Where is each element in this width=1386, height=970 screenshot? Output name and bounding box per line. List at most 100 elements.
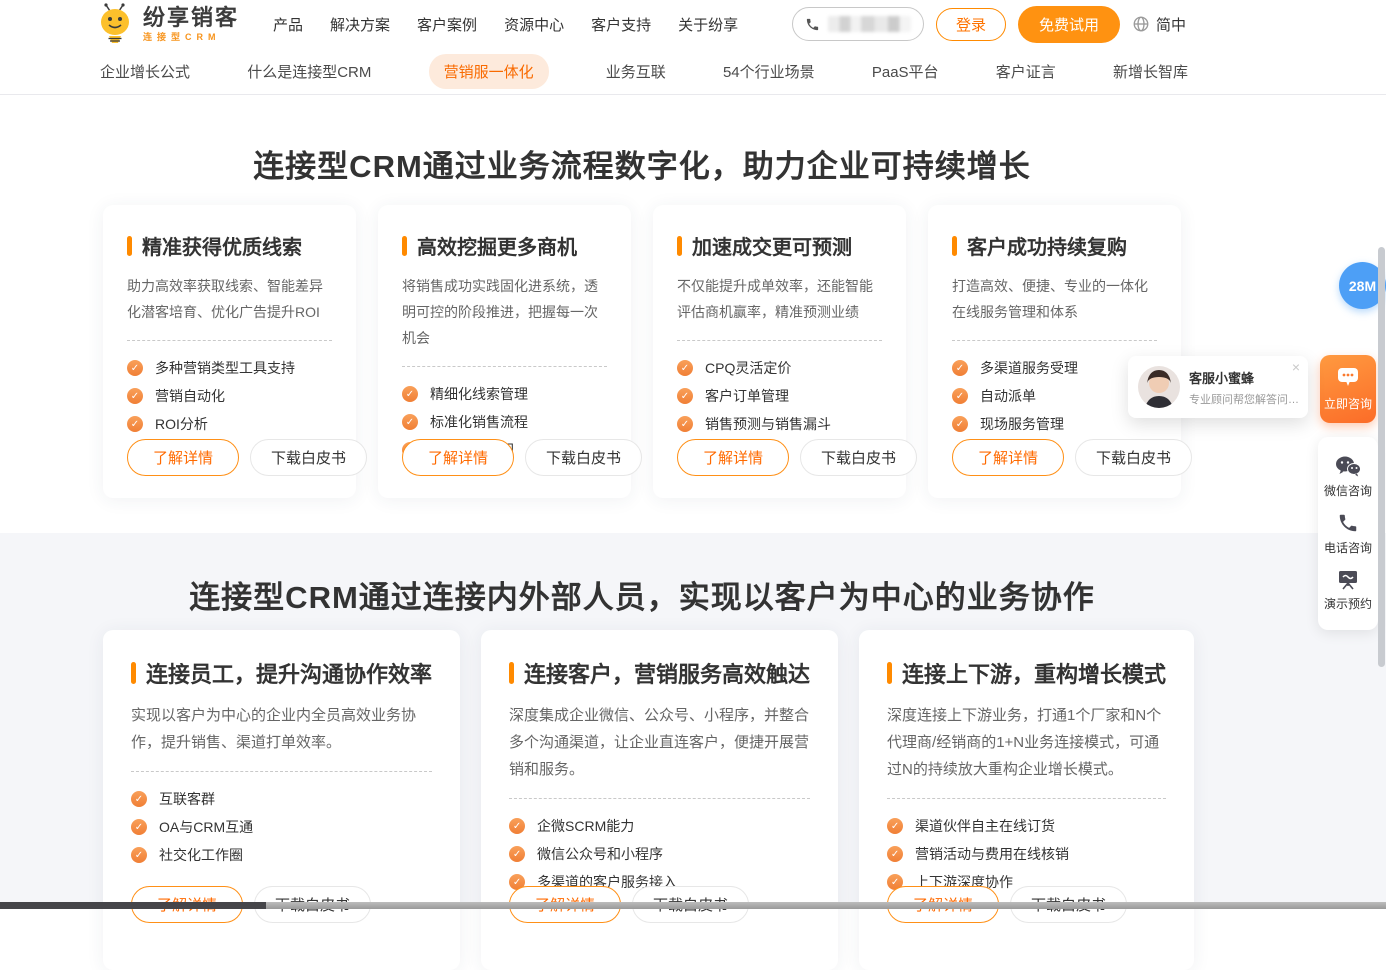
presentation-board-icon [1336, 568, 1360, 590]
bullet-label: 营销活动与费用在线核销 [915, 844, 1069, 864]
section2-heading: 连接型CRM通过连接内外部人员，实现以客户为中心的业务协作 [0, 572, 1284, 617]
bullet-label: ROI分析 [155, 414, 208, 434]
vertical-scrollbar-thumb[interactable] [1378, 247, 1385, 667]
card-description: 实现以客户为中心的企业内全员高效业务协作，提升销售、渠道打单效率。 [131, 702, 432, 756]
chat-bubble-icon [1336, 366, 1360, 388]
brand-name: 纷享销客 [143, 7, 239, 29]
demo-booking-item[interactable]: 演示预约 [1324, 568, 1372, 612]
whitepaper-button[interactable]: 下载白皮书 [525, 439, 642, 476]
main-nav: 产品 解决方案 客户案例 资源中心 客户支持 关于纷享 [273, 14, 738, 35]
wechat-consult-item[interactable]: 微信咨询 [1324, 455, 1372, 499]
check-icon: ✓ [127, 416, 143, 432]
bullet-item: ✓营销自动化 [127, 386, 332, 406]
free-trial-button[interactable]: 免费试用 [1018, 6, 1120, 43]
language-switcher[interactable]: 简中 [1132, 14, 1186, 35]
section2-cards: 连接员工，提升沟通协作效率 实现以客户为中心的企业内全员高效业务协作，提升销售、… [103, 630, 1182, 970]
check-icon: ✓ [677, 388, 693, 404]
dashed-divider [887, 798, 1166, 799]
detail-button[interactable]: 了解详情 [127, 439, 239, 476]
card-title: 连接员工，提升沟通协作效率 [146, 657, 432, 689]
check-icon: ✓ [952, 360, 968, 376]
subnav-item-marketing-sales-service[interactable]: 营销服一体化 [429, 54, 549, 89]
whitepaper-button[interactable]: 下载白皮书 [250, 439, 367, 476]
secondary-nav: 企业增长公式 什么是连接型CRM 营销服一体化 业务互联 54个行业场景 Paa… [0, 48, 1386, 95]
detail-button[interactable]: 了解详情 [952, 439, 1064, 476]
bullet-label: 多种营销类型工具支持 [155, 358, 295, 378]
bullet-item: ✓多种营销类型工具支持 [127, 358, 332, 378]
detail-button[interactable]: 了解详情 [402, 439, 514, 476]
whitepaper-button[interactable]: 下载白皮书 [800, 439, 917, 476]
side-item-label: 电话咨询 [1324, 539, 1372, 556]
whitepaper-button[interactable]: 下载白皮书 [1075, 439, 1192, 476]
agent-description: 专业顾问帮您解答问题... [1189, 391, 1301, 407]
title-accent-bar [887, 662, 892, 684]
bullet-item: ✓ 销售预测与销售漏斗 [677, 414, 882, 434]
phone-consult-item[interactable]: 电话咨询 [1324, 512, 1372, 556]
bullet-item: ✓客户订单管理 [677, 386, 882, 406]
bullet-label: 销售预测与销售漏斗 [705, 414, 831, 434]
bullet-item: ✓多渠道服务受理 [952, 358, 1157, 378]
check-icon: ✓ [677, 360, 693, 376]
bee-mascot-icon [95, 3, 135, 45]
phone-number-redacted [828, 16, 911, 32]
card-title: 连接上下游，重构增长模式 [902, 657, 1166, 689]
bullet-item: ✓微信公众号和小程序 [509, 844, 810, 864]
nav-item-products[interactable]: 产品 [273, 14, 303, 35]
card-connect-supply-chain: 连接上下游，重构增长模式 深度连接上下游业务，打通1个厂家和N个代理商/经销商的… [859, 630, 1194, 970]
bullet-label: 标准化销售流程 [430, 412, 528, 432]
check-icon: ✓ [887, 818, 903, 834]
subnav-item-paas[interactable]: PaaS平台 [872, 54, 939, 89]
bullet-item: ✓自动派单 [952, 386, 1157, 406]
bullet-label: 互联客群 [159, 789, 215, 809]
subnav-item-growth-formula[interactable]: 企业增长公式 [100, 54, 190, 89]
subnav-item-industry-scenarios[interactable]: 54个行业场景 [723, 54, 815, 89]
bullet-item: ✓CPQ灵活定价 [677, 358, 882, 378]
check-icon: ✓ [952, 416, 968, 432]
brand-tagline: 连接型CRM [143, 33, 239, 42]
subnav-item-testimonials[interactable]: 客户证言 [996, 54, 1056, 89]
bullet-item: ✓OA与CRM互通 [131, 817, 432, 837]
nav-item-resources[interactable]: 资源中心 [504, 14, 564, 35]
card-description: 深度集成企业微信、公众号、小程序，并整合多个沟通渠道，让企业直连客户，便捷开展营… [509, 702, 810, 783]
card-title: 加速成交更可预测 [692, 231, 852, 260]
card-description: 将销售成功实践固化进系统，透明可控的阶段推进，把握每一次机会 [402, 273, 607, 351]
horizontal-scrollbar-thumb[interactable] [0, 902, 266, 909]
card-connect-customers: 连接客户，营销服务高效触达 深度集成企业微信、公众号、小程序，并整合多个沟通渠道… [481, 630, 838, 970]
check-icon: ✓ [131, 791, 147, 807]
nav-item-about[interactable]: 关于纷享 [678, 14, 738, 35]
bullet-item: ✓社交化工作圈 [131, 845, 432, 865]
title-accent-bar [952, 236, 957, 256]
nav-item-support[interactable]: 客户支持 [591, 14, 651, 35]
card-customer-success: 客户成功持续复购 打造高效、便捷、专业的一体化在线服务管理和体系 ✓多渠道服务受… [928, 205, 1181, 498]
card-title: 精准获得优质线索 [142, 231, 302, 260]
language-label: 简中 [1156, 14, 1186, 35]
bullet-label: 社交化工作圈 [159, 845, 243, 865]
bullet-label: 渠道伙伴自主在线订货 [915, 816, 1055, 836]
dashed-divider [509, 798, 810, 799]
phone-contact-pill[interactable] [792, 7, 924, 41]
card-opportunities: 高效挖掘更多商机 将销售成功实践固化进系统，透明可控的阶段推进，把握每一次机会 … [378, 205, 631, 498]
top-header: 纷享销客 连接型CRM 产品 解决方案 客户案例 资源中心 客户支持 关于纷享 … [0, 0, 1386, 48]
check-icon: ✓ [677, 416, 693, 432]
check-icon: ✓ [131, 819, 147, 835]
brand-logo[interactable]: 纷享销客 连接型CRM [95, 3, 239, 45]
consult-now-button[interactable]: 立即咨询 [1320, 355, 1376, 423]
check-icon: ✓ [402, 386, 418, 402]
check-icon: ✓ [509, 846, 525, 862]
login-button[interactable]: 登录 [936, 8, 1006, 41]
globe-icon [1132, 15, 1150, 33]
nav-item-solutions[interactable]: 解决方案 [330, 14, 390, 35]
chat-assistant-popup[interactable]: 客服小蜜蜂 专业顾问帮您解答问题... × [1128, 356, 1308, 418]
detail-button[interactable]: 了解详情 [677, 439, 789, 476]
dashed-divider [952, 340, 1157, 341]
bullet-label: 现场服务管理 [980, 414, 1064, 434]
subnav-item-business-interconnect[interactable]: 业务互联 [606, 54, 666, 89]
phone-icon [805, 17, 820, 32]
check-icon: ✓ [127, 388, 143, 404]
subnav-item-growth-library[interactable]: 新增长智库 [1113, 54, 1188, 89]
section1-cards: 精准获得优质线索 助力高效率获取线索、智能差异化潜客培育、优化广告提升ROI ✓… [103, 205, 1181, 498]
close-icon[interactable]: × [1292, 360, 1300, 374]
check-icon: ✓ [402, 414, 418, 430]
subnav-item-what-is-crm[interactable]: 什么是连接型CRM [247, 54, 371, 89]
nav-item-cases[interactable]: 客户案例 [417, 14, 477, 35]
